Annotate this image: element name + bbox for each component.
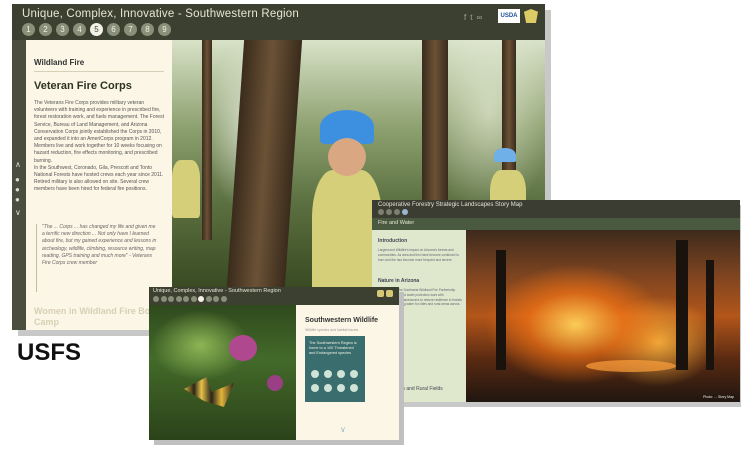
card-text: The Southwestern Region is home to a 100… [309,341,357,355]
step-navigation: 1 2 3 4 5 6 7 8 9 [22,23,171,36]
body-paragraph-2: In the Southwest, Coronado, Gila, Presco… [34,164,164,193]
butterfly-photo [149,305,296,440]
usda-logo-icon [377,290,384,297]
sidebar-heading: Introduction [378,238,408,244]
step-button[interactable] [205,296,212,302]
section-title: Fire and Water [378,220,415,226]
step-button-active[interactable] [198,296,204,302]
step-button[interactable]: 2 [39,23,52,36]
step-button[interactable] [175,296,182,302]
body-paragraph: The Veterans Fire Corps provides militar… [34,100,164,164]
story-map-header: Unique, Complex, Innovative - Southweste… [149,287,399,305]
step-button[interactable]: 7 [124,23,137,36]
section-subheading: Wildlife species and habitat issues [305,328,359,332]
story-map-header: Unique, Complex, Innovative - Southweste… [12,4,545,40]
forest-service-shield-icon [386,290,393,297]
tree-trunk [202,40,212,240]
twitter-icon[interactable]: t [470,13,472,22]
section-label: Wildland Fire [34,58,85,67]
story-map-title: Unique, Complex, Innovative - Southweste… [22,8,300,20]
species-card: The Southwestern Region is home to a 100… [305,336,365,402]
story-map-title: Cooperative Forestry Strategic Landscape… [378,202,523,208]
step-button[interactable]: 1 [22,23,35,36]
step-button[interactable] [190,296,197,302]
section-body: The Veterans Fire Corps provides militar… [34,100,164,194]
section-bar: Fire and Water [372,218,740,230]
butterfly [184,377,234,407]
share-icons: f t ∞ [464,13,482,22]
story-map-title: Unique, Complex, Innovative - Southweste… [153,288,281,294]
story-map-screen-southwestern-wildlife: Unique, Complex, Innovative - Southweste… [149,287,399,440]
hard-hat [494,148,516,162]
photo-caption: Photo: ... Story Map [703,395,734,399]
mammal-icon [311,384,319,392]
tab-dot[interactable] [378,209,384,215]
divider [34,71,164,72]
agency-logos [377,290,393,297]
step-button[interactable]: 9 [158,23,171,36]
side-rail: ∧ ● ● ● ∨ [12,40,26,330]
nav-dot-icon[interactable]: ● [15,185,20,194]
step-button[interactable]: 6 [107,23,120,36]
wildfire-photo: Photo: ... Story Map [466,230,740,402]
step-button[interactable] [220,296,227,302]
step-button[interactable] [213,296,219,302]
story-map-header: Cooperative Forestry Strategic Landscape… [372,200,740,218]
thistle-flower [229,335,257,361]
tree-silhouette [676,240,688,370]
chevron-up-icon[interactable]: ∧ [15,160,21,169]
narrative-panel[interactable]: Southwestern Wildlife Wildlife species a… [296,305,399,440]
firefighter [172,160,200,218]
facebook-icon[interactable]: f [464,13,466,22]
face [328,138,366,176]
tree-silhouette [496,250,506,370]
link-icon[interactable]: ∞ [476,13,482,22]
step-button[interactable] [183,296,189,302]
step-button[interactable] [153,296,159,302]
tab-dots [378,209,408,215]
step-button[interactable] [160,296,167,302]
tree-silhouette [706,260,714,370]
fish-icon [324,370,332,378]
usfs-label: USFS [17,339,82,366]
step-navigation [153,296,227,302]
section-heading: Veteran Fire Corps [34,80,132,92]
nav-dot-icon[interactable]: ● [15,195,20,204]
chevron-down-icon[interactable]: ∨ [340,425,346,434]
tab-dot[interactable] [394,209,400,215]
step-button[interactable]: 8 [141,23,154,36]
step-button-active[interactable]: 5 [90,23,103,36]
story-map-screen-fire-and-water: Cooperative Forestry Strategic Landscape… [372,200,740,402]
amphibian-icon [337,384,345,392]
forest-service-shield-icon [524,9,538,23]
step-button[interactable]: 3 [56,23,69,36]
chevron-down-icon[interactable]: ∨ [15,208,21,217]
nav-dot-icon[interactable]: ● [15,175,20,184]
tab-dot[interactable] [386,209,392,215]
reptile-icon [324,384,332,392]
plant-icon [337,370,345,378]
sidebar-heading: Nature in Arizona [378,278,420,284]
pull-quote: "The ... Corps ... has changed my life a… [42,224,157,267]
water-reflection [586,360,676,372]
section-heading: Southwestern Wildlife [305,317,379,324]
quote-bar [36,224,37,292]
sidebar-text: Largest and Wildfire's impact on Arizona… [378,248,459,262]
bird-icon [311,370,319,378]
tab-dot-active[interactable] [402,209,408,215]
step-button[interactable] [168,296,174,302]
step-button[interactable]: 4 [73,23,86,36]
thistle-flower [267,375,283,391]
insect-icon [350,370,358,378]
usda-logo: USDA [498,9,520,23]
snail-icon [350,384,358,392]
